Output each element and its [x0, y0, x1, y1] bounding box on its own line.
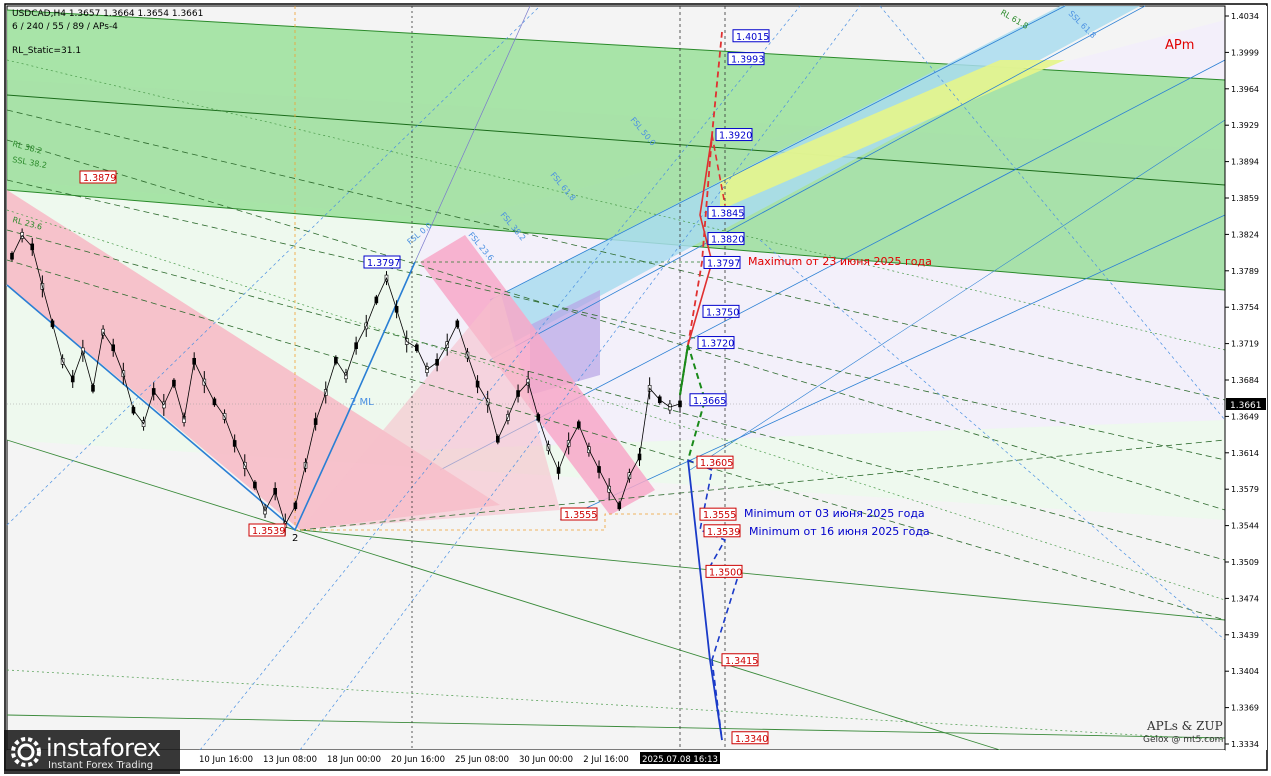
price-marker-label: 1.3920 [719, 131, 752, 142]
time-tick-label: 2025.07.08 16:13 [642, 755, 718, 765]
price-tick-label: 1.3649 [1231, 412, 1259, 421]
price-tick-label: 1.3929 [1231, 121, 1259, 130]
time-tick-label: 25 Jun 08:00 [455, 755, 509, 765]
price-tick-label: 1.3439 [1231, 631, 1259, 640]
annotation-point-2: 2 [292, 533, 298, 544]
price-marker-label: 1.3539 [707, 527, 740, 538]
price-tick-label: 1.3404 [1231, 667, 1259, 676]
price-tick-label: 1.3789 [1231, 267, 1259, 276]
logo-text: instaforex [46, 734, 161, 762]
credit-sub: Gelox @ mt5.com [1143, 735, 1224, 745]
price-marker-label: 1.3845 [711, 209, 744, 220]
price-marker-label: 1.3720 [701, 339, 734, 350]
static-header: RL_Static=31.1 [12, 46, 82, 56]
price-tick-label: 1.3474 [1231, 594, 1259, 603]
price-marker-label: 1.3820 [711, 235, 744, 246]
time-tick-label: 20 Jun 16:00 [391, 755, 445, 765]
price-marker-label: 1.4015 [736, 32, 769, 43]
price-marker-label: 1.3993 [731, 55, 764, 66]
price-marker-label: 1.3340 [735, 734, 768, 745]
price-tick-label: 1.3544 [1231, 522, 1259, 531]
price-tick-label: 1.3614 [1231, 449, 1259, 458]
chart-window: 1.4034 1.3999 1.3964 1.3929 1.3894 1.3859 1.38… [0, 0, 1271, 776]
price-tick-label: 1.3754 [1231, 303, 1259, 312]
price-marker-label: 1.3500 [709, 567, 742, 578]
time-tick-label: 2 Jul 16:00 [583, 755, 629, 765]
annotation-minimum-1606: Minimum от 16 июня 2025 года [749, 525, 930, 538]
apm-label: APm [1165, 38, 1195, 53]
price-tick-label: 1.3824 [1231, 230, 1259, 239]
time-tick-label: 10 Jun 16:00 [199, 755, 253, 765]
price-tick-label: 1.3509 [1231, 558, 1259, 567]
price-marker-label: 1.3797 [707, 258, 740, 269]
annotation-minimum-0306: Minimum от 03 июня 2025 года [744, 507, 925, 520]
params-header: 6 / 240 / 55 / 89 / APs-4 [12, 22, 118, 32]
chart-marker-label: 1.3539 [252, 526, 285, 537]
gear-icon [11, 737, 41, 767]
time-tick-label: 30 Jun 00:00 [519, 755, 573, 765]
time-tick-label: 13 Jun 08:00 [263, 755, 317, 765]
price-tick-label: 1.3894 [1231, 158, 1259, 167]
logo-subtext: Instant Forex Trading [48, 760, 154, 771]
price-marker-label: 1.3605 [700, 458, 733, 469]
price-marker-label: 1.3555 [703, 510, 736, 521]
price-marker-label: 1.3415 [725, 656, 758, 667]
price-marker-label: 1.3750 [706, 307, 739, 318]
price-tick-label: 1.3859 [1231, 194, 1259, 203]
symbol-header: USDCAD,H4 1.3657 1.3664 1.3654 1.3661 [12, 9, 204, 19]
price-tick-label: 1.3334 [1231, 740, 1259, 749]
price-axis: 1.4034 1.3999 1.3964 1.3929 1.3894 1.3859 1.38… [1225, 12, 1259, 749]
price-marker-label: 1.3665 [693, 396, 726, 407]
price-tick-label: 1.3964 [1231, 85, 1259, 94]
chart-marker-label: 1.3797 [367, 258, 400, 269]
chart-marker-label: 1.3879 [83, 173, 116, 184]
instaforex-logo: instaforex Instant Forex Trading [4, 730, 180, 774]
annotation-maximum: Maximum от 23 июня 2025 года [748, 255, 932, 268]
price-tick-label: 1.4034 [1231, 12, 1259, 21]
current-price-label: 1.3661 [1230, 401, 1262, 411]
price-tick-label: 1.3999 [1231, 48, 1259, 57]
price-chart[interactable]: 1.4034 1.3999 1.3964 1.3929 1.3894 1.3859 1.38… [0, 0, 1271, 776]
price-tick-label: 1.3684 [1231, 376, 1259, 385]
price-tick-label: 1.3579 [1231, 485, 1259, 494]
chart-marker-label: 1.3555 [564, 510, 597, 521]
credit-title: APLs & ZUP [1147, 719, 1223, 733]
annotation-2ml: 2 ML [350, 397, 374, 408]
price-tick-label: 1.3369 [1231, 704, 1259, 713]
price-tick-label: 1.3719 [1231, 340, 1259, 349]
time-tick-label: 18 Jun 00:00 [327, 755, 381, 765]
